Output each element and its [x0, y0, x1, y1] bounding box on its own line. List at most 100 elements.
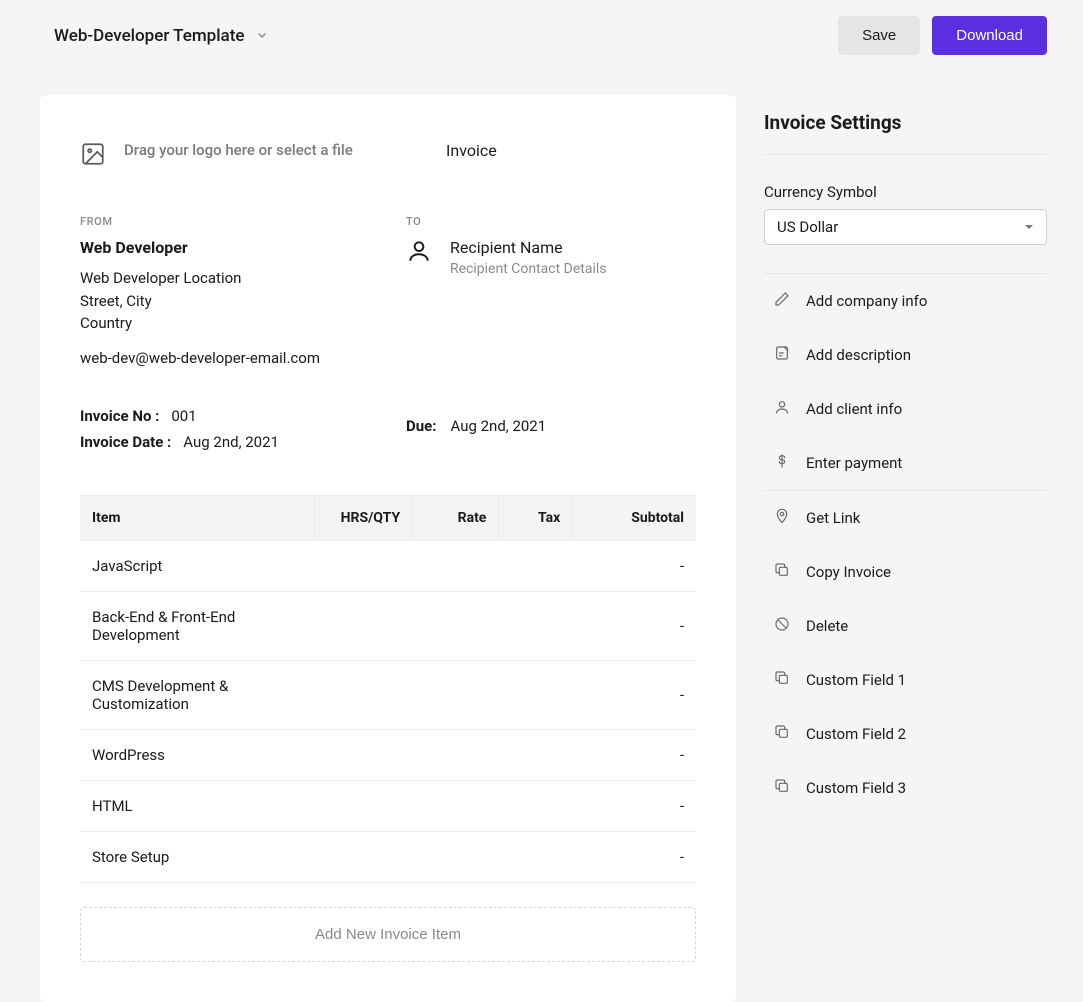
template-name-text: Web-Developer Template [54, 26, 244, 46]
invoice-meta-left: Invoice No : 001 Invoice Date : Aug 2nd,… [80, 407, 370, 459]
note-icon [774, 345, 790, 365]
settings-action-label: Add description [806, 346, 911, 364]
item-name[interactable]: HTML [80, 780, 314, 831]
settings-action[interactable]: Get Link [764, 491, 1047, 545]
table-row[interactable]: Back-End & Front-End Development - [80, 591, 696, 660]
settings-action-label: Get Link [806, 509, 860, 527]
download-button[interactable]: Download [932, 16, 1047, 55]
item-tax[interactable] [499, 540, 573, 591]
invoice-no-label: Invoice No : [80, 407, 159, 425]
item-qty[interactable] [314, 540, 413, 591]
item-rate[interactable] [413, 780, 499, 831]
item-name[interactable]: JavaScript [80, 540, 314, 591]
logo-drop-zone[interactable]: Drag your logo here or select a file [80, 141, 410, 171]
person-icon [406, 238, 432, 268]
top-bar: Web-Developer Template Save Download [0, 0, 1083, 71]
item-subtotal: - [573, 591, 696, 660]
item-subtotal: - [573, 780, 696, 831]
settings-title: Invoice Settings [764, 111, 1047, 155]
table-row[interactable]: Store Setup- [80, 831, 696, 882]
settings-action-label: Add client info [806, 400, 902, 418]
copy-icon [774, 670, 790, 690]
table-row[interactable]: HTML - [80, 780, 696, 831]
item-name[interactable]: WordPress [80, 729, 314, 780]
settings-action[interactable]: Enter payment [764, 436, 1047, 490]
invoice-date-label: Invoice Date : [80, 433, 171, 451]
col-header-subtotal: Subtotal [573, 495, 696, 540]
recipient-block[interactable]: Recipient Name Recipient Contact Details [406, 238, 696, 280]
item-subtotal: - [573, 660, 696, 729]
item-rate[interactable] [413, 729, 499, 780]
invoice-no-value[interactable]: 001 [171, 407, 196, 425]
due-date-value[interactable]: Aug 2nd, 2021 [450, 417, 546, 435]
to-label: TO [406, 215, 696, 228]
item-qty[interactable] [314, 591, 413, 660]
logo-drop-text: Drag your logo here or select a file [124, 141, 353, 159]
item-rate[interactable] [413, 540, 499, 591]
settings-action[interactable]: Custom Field 1 [764, 653, 1047, 707]
settings-action[interactable]: Add company info [764, 274, 1047, 328]
recipient-contact-placeholder: Recipient Contact Details [450, 259, 607, 280]
top-actions: Save Download [838, 16, 1047, 55]
image-icon [80, 141, 106, 171]
item-qty[interactable] [314, 660, 413, 729]
pencil-icon [774, 291, 790, 311]
item-rate[interactable] [413, 660, 499, 729]
item-tax[interactable] [499, 660, 573, 729]
item-name[interactable]: CMS Development & Customization [80, 660, 314, 729]
settings-action[interactable]: Delete [764, 599, 1047, 653]
from-address[interactable]: Web Developer Location Street, City Coun… [80, 267, 370, 335]
item-tax[interactable] [499, 591, 573, 660]
item-qty[interactable] [314, 831, 413, 882]
item-tax[interactable] [499, 780, 573, 831]
table-row[interactable]: JavaScript - [80, 540, 696, 591]
currency-label: Currency Symbol [764, 183, 1047, 201]
item-subtotal: - [573, 540, 696, 591]
settings-action-label: Copy Invoice [806, 563, 891, 581]
settings-action-label: Custom Field 2 [806, 725, 906, 743]
col-header-rate: Rate [413, 495, 499, 540]
settings-action[interactable]: Add client info [764, 382, 1047, 436]
col-header-qty: HRS/QTY [314, 495, 413, 540]
person-icon [774, 399, 790, 419]
invoice-items-table: Item HRS/QTY Rate Tax Subtotal JavaScrip… [80, 495, 696, 883]
settings-action-label: Custom Field 3 [806, 779, 906, 797]
invoice-title[interactable]: Invoice [446, 141, 497, 171]
table-row[interactable]: WordPress- [80, 729, 696, 780]
item-name[interactable]: Back-End & Front-End Development [80, 591, 314, 660]
pin-icon [774, 508, 790, 528]
item-tax[interactable] [499, 729, 573, 780]
to-section: TO Recipient Name Recipient Contact Deta… [406, 215, 696, 367]
add-item-button[interactable]: Add New Invoice Item [80, 907, 696, 962]
item-qty[interactable] [314, 729, 413, 780]
copy-icon [774, 724, 790, 744]
settings-action[interactable]: Copy Invoice [764, 545, 1047, 599]
settings-action-label: Delete [806, 617, 848, 635]
caret-down-icon [1024, 218, 1034, 236]
item-tax[interactable] [499, 831, 573, 882]
item-rate[interactable] [413, 831, 499, 882]
copy-icon [774, 562, 790, 582]
due-label: Due: [406, 417, 436, 435]
settings-action[interactable]: Add description [764, 328, 1047, 382]
invoice-date-value[interactable]: Aug 2nd, 2021 [183, 433, 279, 451]
settings-action-label: Custom Field 1 [806, 671, 906, 689]
col-header-item: Item [80, 495, 314, 540]
from-label: FROM [80, 215, 370, 228]
recipient-name-placeholder: Recipient Name [450, 238, 607, 257]
currency-select[interactable]: US Dollar [764, 209, 1047, 245]
settings-panel: Invoice Settings Currency Symbol US Doll… [764, 95, 1047, 1002]
copy-icon [774, 778, 790, 798]
save-button[interactable]: Save [838, 16, 920, 55]
from-name[interactable]: Web Developer [80, 238, 370, 257]
table-row[interactable]: CMS Development & Customization - [80, 660, 696, 729]
settings-action[interactable]: Custom Field 2 [764, 707, 1047, 761]
from-section: FROM Web Developer Web Developer Locatio… [80, 215, 370, 367]
settings-action[interactable]: Custom Field 3 [764, 761, 1047, 815]
item-name[interactable]: Store Setup [80, 831, 314, 882]
invoice-card: Drag your logo here or select a file Inv… [40, 95, 736, 1002]
template-name-selector[interactable]: Web-Developer Template [54, 26, 268, 46]
item-rate[interactable] [413, 591, 499, 660]
from-email[interactable]: web-dev@web-developer-email.com [80, 349, 370, 367]
item-qty[interactable] [314, 780, 413, 831]
